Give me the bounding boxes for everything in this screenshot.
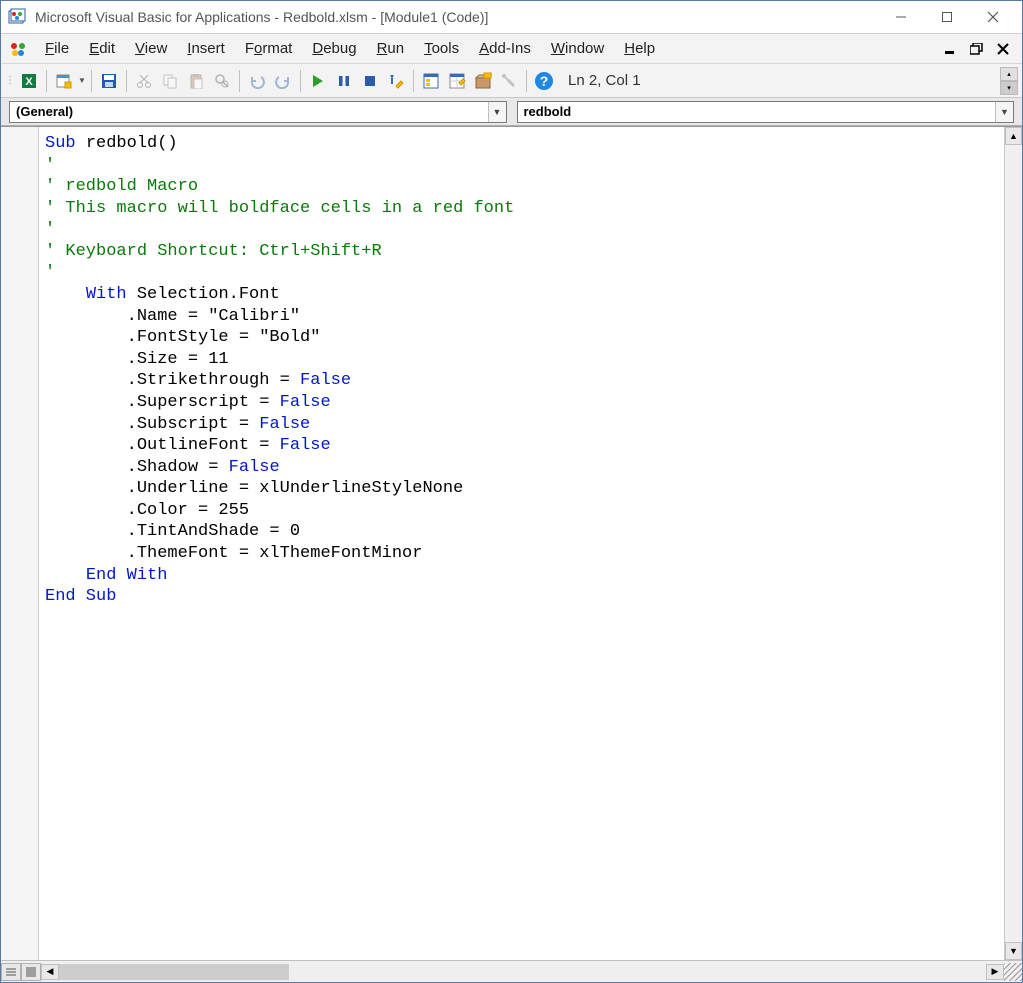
object-browser-button[interactable] <box>471 69 495 93</box>
cursor-position-status: Ln 2, Col 1 <box>568 72 641 89</box>
code-area: Sub redbold() ' ' redbold Macro ' This m… <box>1 126 1022 960</box>
menu-file[interactable]: File <box>35 36 79 61</box>
window-title: Microsoft Visual Basic for Applications … <box>35 9 878 25</box>
svg-text:?: ? <box>540 73 549 89</box>
margin-indicator-bar[interactable] <box>1 127 39 960</box>
horizontal-scrollbar[interactable]: ◀ ▶ <box>41 963 1004 981</box>
mdi-restore-button[interactable] <box>970 42 984 56</box>
procedure-combobox-value: redbold <box>524 104 572 119</box>
properties-window-button[interactable] <box>445 69 469 93</box>
menu-debug[interactable]: Debug <box>302 36 366 61</box>
code-navigation-bar: (General) ▼ redbold ▼ <box>1 98 1022 126</box>
vba-app-icon <box>7 7 27 27</box>
scroll-thumb[interactable] <box>59 964 289 980</box>
insert-module-button[interactable] <box>52 69 76 93</box>
chevron-down-icon: ▼ <box>488 102 506 122</box>
minimize-button[interactable] <box>878 3 924 31</box>
titlebar: Microsoft Visual Basic for Applications … <box>1 1 1022 34</box>
procedure-view-button[interactable] <box>1 963 21 981</box>
project-explorer-button[interactable] <box>419 69 443 93</box>
design-mode-button[interactable] <box>384 69 408 93</box>
mdi-minimize-button[interactable] <box>944 42 958 56</box>
paste-button[interactable] <box>184 69 208 93</box>
menu-run[interactable]: Run <box>367 36 415 61</box>
find-button[interactable] <box>210 69 234 93</box>
break-button[interactable] <box>332 69 356 93</box>
redo-button[interactable] <box>271 69 295 93</box>
menu-help[interactable]: Help <box>614 36 665 61</box>
menu-edit[interactable]: Edit <box>79 36 125 61</box>
menu-insert[interactable]: Insert <box>177 36 235 61</box>
menu-view[interactable]: View <box>125 36 177 61</box>
vertical-scrollbar[interactable]: ▲ ▼ <box>1004 127 1022 960</box>
object-combobox-value: (General) <box>16 104 73 119</box>
close-button[interactable] <box>970 3 1016 31</box>
chevron-down-icon: ▼ <box>995 102 1013 122</box>
menu-format[interactable]: Format <box>235 36 303 61</box>
reset-button[interactable] <box>358 69 382 93</box>
toolbox-button[interactable] <box>497 69 521 93</box>
procedure-combobox[interactable]: redbold ▼ <box>517 101 1015 123</box>
maximize-button[interactable] <box>924 3 970 31</box>
code-editor[interactable]: Sub redbold() ' ' redbold Macro ' This m… <box>39 127 1004 960</box>
menu-addins[interactable]: Add-Ins <box>469 36 541 61</box>
toolbar-overflow[interactable]: ▴▾ <box>1000 67 1018 95</box>
scroll-up-icon[interactable]: ▲ <box>1005 127 1022 145</box>
menubar: File Edit View Insert Format Debug Run T… <box>1 34 1022 64</box>
scroll-left-icon[interactable]: ◀ <box>41 964 59 980</box>
toolbar: ⋮ X ▼ <box>1 64 1022 98</box>
object-combobox[interactable]: (General) ▼ <box>9 101 507 123</box>
scroll-right-icon[interactable]: ▶ <box>986 964 1004 980</box>
svg-text:X: X <box>25 76 33 88</box>
vba-logo-icon <box>7 38 29 60</box>
menu-tools[interactable]: Tools <box>414 36 469 61</box>
bottom-bar: ◀ ▶ <box>1 960 1022 982</box>
mdi-close-button[interactable] <box>996 42 1010 56</box>
scroll-down-icon[interactable]: ▼ <box>1005 942 1022 960</box>
resize-grip-icon[interactable] <box>1004 963 1022 981</box>
help-button[interactable]: ? <box>532 69 556 93</box>
menu-window[interactable]: Window <box>541 36 614 61</box>
cut-button[interactable] <box>132 69 156 93</box>
run-button[interactable] <box>306 69 330 93</box>
undo-button[interactable] <box>245 69 269 93</box>
insert-dropdown[interactable]: ▼ <box>78 76 86 85</box>
copy-button[interactable] <box>158 69 182 93</box>
save-button[interactable] <box>97 69 121 93</box>
view-excel-button[interactable]: X <box>17 69 41 93</box>
full-module-view-button[interactable] <box>21 963 41 981</box>
